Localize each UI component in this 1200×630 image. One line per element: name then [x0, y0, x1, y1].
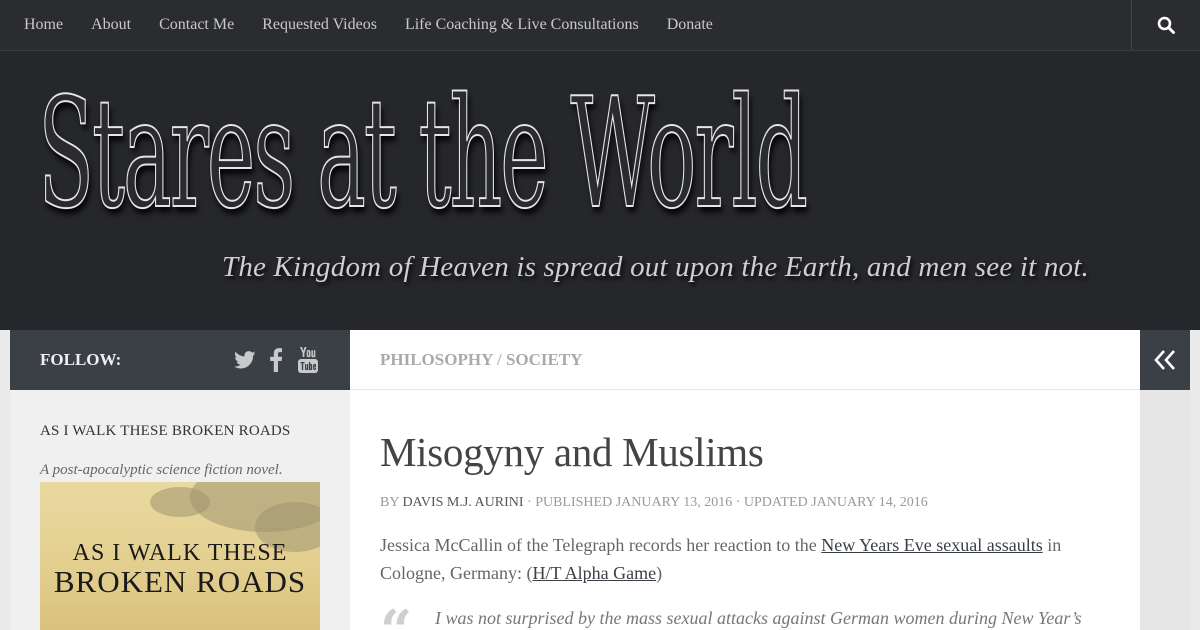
para-text-1: Jessica McCallin of the Telegraph record… [380, 535, 822, 555]
blockquote-text: I was not surprised by the mass sexual a… [435, 608, 1082, 628]
search-button[interactable] [1131, 0, 1200, 50]
alpha-game-link[interactable]: H/T Alpha Game [532, 563, 656, 583]
book-cover-title-line1: AS I WALK THESE [72, 540, 288, 566]
author-link[interactable]: DAVIS M.J. AURINI [402, 495, 523, 510]
category-bar: PHILOSOPHY / SOCIETY [350, 330, 1140, 390]
category-philosophy-link[interactable]: PHILOSOPHY [380, 350, 493, 369]
follow-label: FOLLOW: [40, 350, 122, 369]
post-byline: BY DAVIS M.J. AURINI · PUBLISHED JANUARY… [380, 495, 928, 511]
category-separator: / [496, 350, 502, 369]
byline-by: BY [380, 495, 399, 510]
book-cover-title-line2: BROKEN ROADS [53, 564, 307, 599]
category-society-link[interactable]: SOCIETY [506, 350, 583, 369]
youtube-link[interactable] [296, 347, 320, 373]
twitter-link[interactable] [232, 347, 258, 373]
site-tagline: The Kingdom of Heaven is spread out upon… [222, 251, 1089, 283]
top-nav: Home About Contact Me Requested Videos L… [0, 0, 1200, 51]
follow-bar: FOLLOW: [10, 330, 350, 390]
nav-item-contact-me[interactable]: Contact Me [145, 0, 248, 50]
youtube-icon [298, 347, 318, 373]
post-title: Misogyny and Muslims [380, 429, 764, 475]
nav-item-about[interactable]: About [77, 0, 145, 50]
book-cover-image[interactable]: AS I WALK THESE BROKEN ROADS [40, 482, 320, 630]
facebook-link[interactable] [267, 347, 285, 373]
twitter-icon [234, 351, 256, 369]
widget-description: A post-apocalyptic science fiction novel… [40, 462, 283, 478]
post-categories: PHILOSOPHY / SOCIETY [380, 350, 582, 370]
right-sidebar-collapsed [1140, 390, 1190, 630]
post-dates: · PUBLISHED JANUARY 13, 2016 · UPDATED J… [527, 495, 928, 510]
site-header: Stares at the World The Kingdom of Heave… [0, 51, 1200, 330]
quote-icon: “ [380, 603, 412, 630]
sidebar: AS I WALK THESE BROKEN ROADS A post-apoc… [10, 390, 350, 630]
para-text-3: ) [656, 563, 663, 583]
double-chevron-left-icon [1154, 350, 1175, 370]
main-content: Misogyny and Muslims BY DAVIS M.J. AURIN… [350, 390, 1140, 630]
post-paragraph: Jessica McCallin of the Telegraph record… [380, 531, 1100, 587]
nav-item-home[interactable]: Home [10, 0, 77, 50]
widget-title: AS I WALK THESE BROKEN ROADS [40, 423, 291, 439]
nav-item-requested-videos[interactable]: Requested Videos [248, 0, 391, 50]
search-icon [1157, 16, 1175, 34]
facebook-icon [270, 348, 282, 372]
sidebar-toggle-button[interactable] [1140, 330, 1190, 390]
nav-item-donate[interactable]: Donate [653, 0, 727, 50]
site-title[interactable]: Stares at the World [37, 77, 808, 231]
new-years-eve-link[interactable]: New Years Eve sexual assaults [821, 535, 1042, 555]
nav-item-life-coaching[interactable]: Life Coaching & Live Consultations [391, 0, 653, 50]
